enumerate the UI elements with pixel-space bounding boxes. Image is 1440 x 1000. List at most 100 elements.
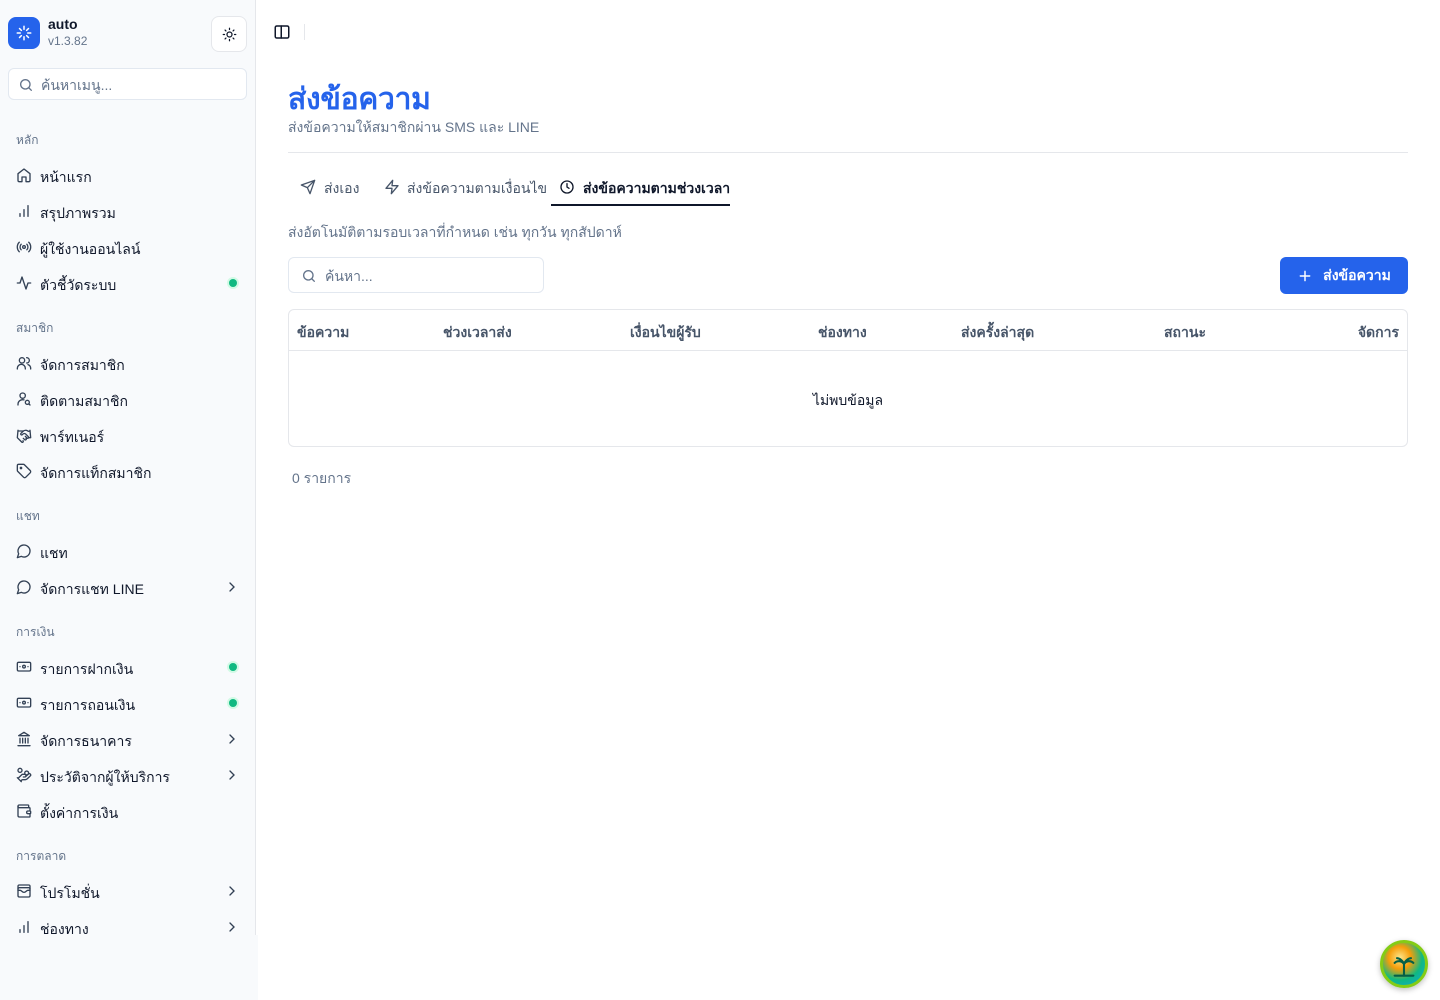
sidebar-item-provider-history[interactable]: ประวัติจากผู้ให้บริการ [8,759,247,791]
search-icon [20,79,32,91]
sidebar-item-label: จัดการแท็กสมาชิก [40,465,152,481]
app-name: auto [48,16,78,32]
hand-coins-icon [16,767,32,783]
tab-label: ส่งข้อความตามเงื่อนไข [407,180,548,196]
sidebar-item-home[interactable]: หน้าแรก [8,159,247,191]
section-title-finance: การเงิน [16,625,55,639]
tab-conditional-send[interactable]: ส่งข้อความตามเงื่อนไข [372,170,548,206]
users-icon [16,357,32,370]
column-header-message[interactable]: ข้อความ [297,322,349,344]
tag-icon [16,463,32,479]
column-header-channel[interactable]: ช่องทาง [818,322,867,344]
message-circle-icon [16,544,31,559]
app-version: v1.3.82 [48,34,88,48]
sidebar-item-label: ประวัติจากผู้ให้บริการ [40,769,170,785]
menu-search [8,68,247,100]
bar-chart-icon [19,205,29,217]
send-icon [300,179,316,195]
sidebar-item-manage-members[interactable]: จัดการสมาชิก [8,347,247,379]
section-title-main: หลัก [16,133,39,147]
plus-icon [1299,270,1311,281]
sidebar-item-label: โปรโมชั่น [40,885,100,901]
page-title: ส่งข้อความ [288,83,431,116]
sidebar-item-label: หน้าแรก [40,169,92,185]
chevron-right-icon [229,886,235,896]
record-count: 0 รายการ [292,470,352,486]
section-title-members: สมาชิก [16,321,54,335]
header-divider [288,152,1408,153]
table-header: ข้อความ ช่วงเวลาส่ง เงื่อนไขผู้รับ ช่องท… [289,310,1407,351]
bar-chart-icon [19,921,29,933]
sidebar-item-banks[interactable]: จัดการธนาคาร [8,723,247,755]
clock-icon [560,180,574,194]
chevron-right-icon [229,922,235,932]
zap-icon [385,179,399,195]
table-empty-state: ไม่พบข้อมูล [812,392,884,408]
sidebar-item-label: จัดการธนาคาร [40,733,132,749]
handshake-icon [16,429,32,443]
activity-icon [16,276,32,290]
sidebar-item-promotions[interactable]: โปรโมชั่น [8,875,247,907]
sidebar-item-track-members[interactable]: ติดตามสมาชิก [8,383,247,415]
status-dot [229,663,237,671]
sidebar-footer [0,935,258,1000]
sidebar-toggle-icon[interactable] [273,23,291,41]
tab-label: ส่งเอง [324,180,360,196]
sidebar-item-chat[interactable]: แชท [8,535,247,567]
page-subtitle: ส่งข้อความให้สมาชิกผ่าน SMS และ LINE [288,119,540,135]
sidebar-item-label: ตั้งค่าการเงิน [40,805,119,821]
floating-avatar-button[interactable] [1380,940,1428,988]
theme-toggle-button[interactable] [211,16,247,52]
message-circle-icon [16,580,31,595]
tab-scheduled-send[interactable]: ส่งข้อความตามช่วงเวลา [551,170,730,206]
palm-tree-icon [1393,957,1415,977]
schedules-table: ข้อความ ช่วงเวลาส่ง เงื่อนไขผู้รับ ช่องท… [288,309,1408,447]
sidebar-item-member-tags[interactable]: จัดการแท็กสมาชิก [8,455,247,487]
sidebar-item-deposits[interactable]: รายการฝากเงิน [8,651,247,683]
menu-search-input[interactable] [41,75,241,95]
wallet-icon [17,804,32,818]
column-header-last-sent[interactable]: ส่งครั้งล่าสุด [961,322,1034,344]
chevron-right-icon [229,770,235,780]
sidebar-item-system-metrics[interactable]: ตัวชี้วัดระบบ [8,267,247,299]
tab-description: ส่งอัตโนมัติตามรอบเวลาที่กำหนด เช่น ทุกว… [288,224,622,240]
search-input[interactable] [325,266,535,286]
column-header-recipient-condition[interactable]: เงื่อนไขผู้รับ [630,322,701,344]
status-dot [229,699,237,707]
status-dot [229,279,237,287]
sidebar-item-online-users[interactable]: ผู้ใช้งานออนไลน์ [8,231,247,263]
sidebar-item-label: รายการถอนเงิน [40,697,136,713]
table-search [288,257,544,293]
sidebar-item-label: สรุปภาพรวม [40,205,116,221]
sidebar-item-label: รายการฝากเงิน [40,661,134,677]
user-search-icon [17,392,31,406]
sidebar-item-finance-settings[interactable]: ตั้งค่าการเงิน [8,795,247,827]
sidebar-item-label: จัดการแชท LINE [40,581,144,597]
withdraw-icon [16,697,32,708]
column-header-actions: จัดการ [1357,324,1399,340]
tab-manual-send[interactable]: ส่งเอง [288,170,372,206]
app-logo-icon [8,17,40,49]
sidebar-item-label: ตัวชี้วัดระบบ [40,277,117,293]
add-message-button-label: ส่งข้อความ [1323,266,1391,283]
add-message-button[interactable]: ส่งข้อความ [1280,257,1408,294]
sidebar-item-overview[interactable]: สรุปภาพรวม [8,195,247,227]
sidebar-item-partners[interactable]: พาร์ทเนอร์ [8,419,247,451]
sidebar-item-label: ผู้ใช้งานออนไลน์ [40,241,141,257]
radio-icon [16,241,32,253]
sidebar-item-line-chat[interactable]: จัดการแชท LINE [8,571,247,603]
search-icon [303,270,315,282]
sidebar-item-label: ติดตามสมาชิก [40,393,128,409]
chevron-right-icon [229,734,235,744]
section-title-chat: แชท [16,509,40,523]
sidebar: auto v1.3.82 หลัก หน้าแรก สรุปภาพรวม ผู้… [0,0,256,937]
sidebar-item-withdrawals[interactable]: รายการถอนเงิน [8,687,247,719]
sun-icon [222,27,236,41]
sidebar-item-label: พาร์ทเนอร์ [40,429,105,445]
wallet-cards-icon [17,884,31,898]
column-header-schedule[interactable]: ช่วงเวลาส่ง [443,322,512,344]
sidebar-item-label: จัดการสมาชิก [40,357,125,373]
tab-label: ส่งข้อความตามช่วงเวลา [583,180,731,196]
section-title-marketing: การตลาด [16,849,67,863]
column-header-status[interactable]: สถานะ [1164,322,1206,344]
